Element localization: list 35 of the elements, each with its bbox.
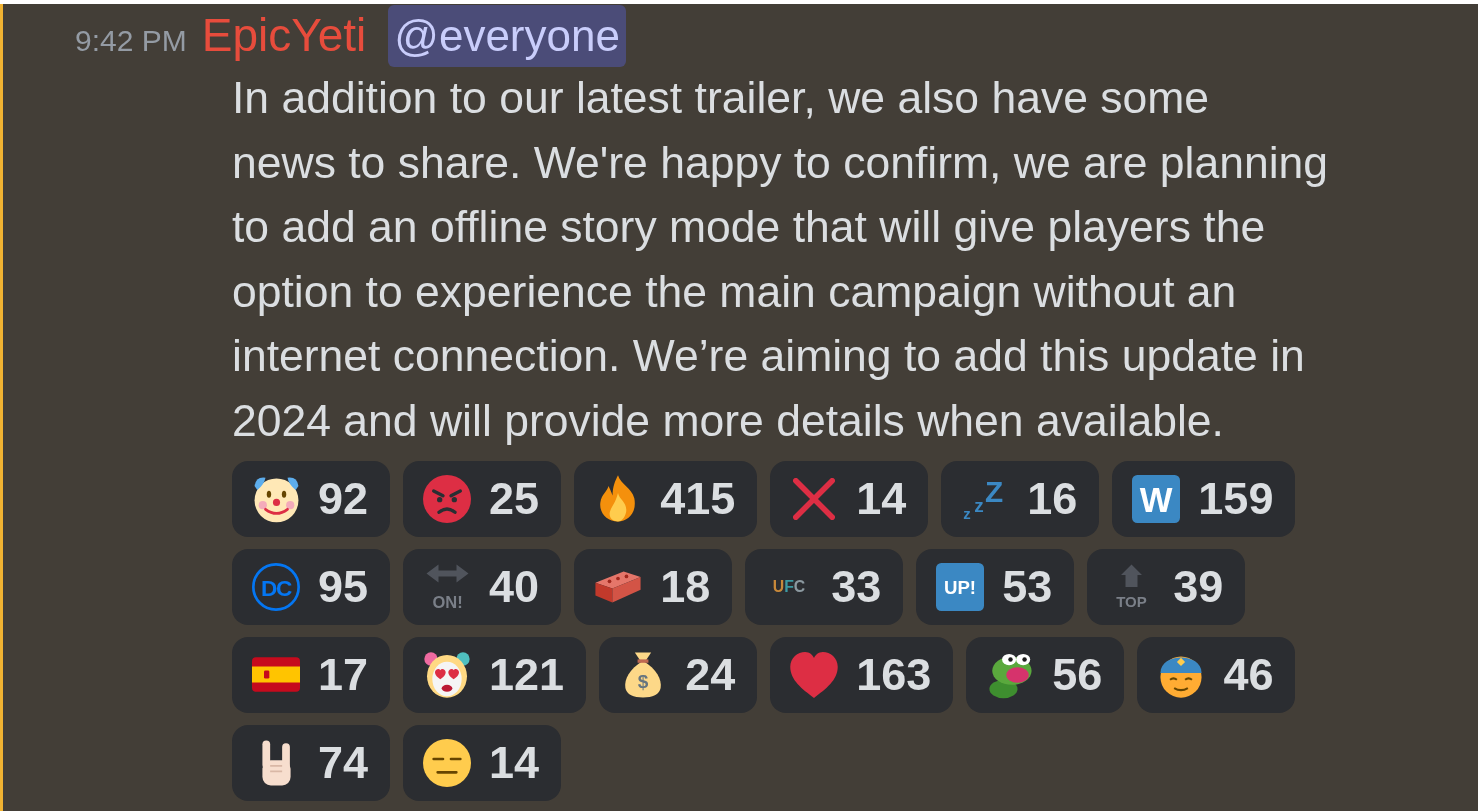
reaction-button[interactable]: 92 — [232, 460, 391, 537]
reaction-button[interactable]: 415 — [574, 460, 758, 537]
angry-face-icon — [423, 474, 472, 523]
message-text: In addition to our latest trailer, we also have some news to share. We're happy to confirm, we are planning to add an offline story mode that will give players the option to experience the main campaign without an internet connection. We’re aiming to add this update in 2024 and will provide more details when available. — [232, 72, 1330, 447]
brick-icon — [594, 569, 643, 604]
heart-icon — [790, 651, 839, 698]
letter-tile-icon: UP! — [936, 562, 985, 611]
reaction-button[interactable]: 56 — [966, 636, 1125, 713]
reaction-button[interactable]: 74 — [232, 724, 391, 801]
rock-hand-icon — [260, 738, 292, 787]
heart-eyes-clown-icon — [423, 650, 472, 699]
reaction-button[interactable]: 121 — [403, 636, 587, 713]
spain-flag-icon — [252, 657, 300, 693]
reaction-button[interactable]: W 159 — [1112, 460, 1296, 537]
reaction-button[interactable]: 46 — [1137, 636, 1296, 713]
expressionless-face-icon — [423, 738, 472, 787]
lettered-ring-icon: DC — [252, 562, 300, 611]
reaction-button[interactable]: UFC 33 — [745, 548, 904, 625]
reaction-button[interactable]: UP! 53 — [916, 548, 1075, 625]
letter-tile-icon: W — [1132, 474, 1181, 523]
cross-mark-icon — [793, 477, 836, 520]
fire-icon — [599, 474, 638, 523]
reaction-button[interactable]: 25 — [403, 460, 562, 537]
reaction-button[interactable]: 14 — [403, 724, 562, 801]
reaction-button[interactable]: DC 95 — [232, 548, 391, 625]
reaction-button[interactable]: 14 — [770, 460, 929, 537]
reaction-button[interactable]: 18 — [574, 548, 733, 625]
reaction-button[interactable]: 163 — [770, 636, 954, 713]
reaction-button[interactable]: 17 — [232, 636, 391, 713]
timestamp: 9:42 PM — [75, 24, 187, 58]
mention-tag[interactable]: @everyone — [388, 5, 626, 67]
reaction-button[interactable]: $ 24 — [599, 636, 758, 713]
small-letters-icon: UFC — [766, 579, 813, 595]
reaction-button[interactable]: TOP 39 — [1087, 548, 1246, 625]
reaction-button[interactable]: ON! 40 — [403, 548, 562, 625]
